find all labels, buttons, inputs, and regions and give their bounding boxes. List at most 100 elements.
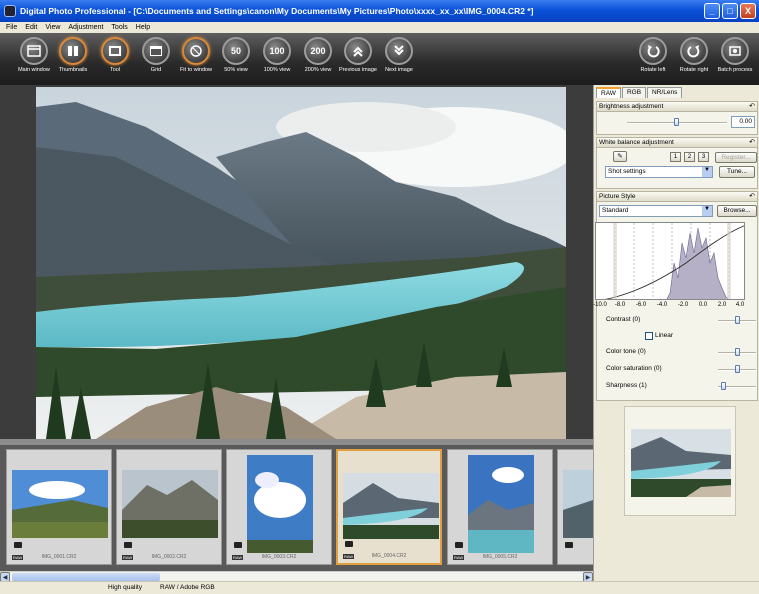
chevron-down-icon[interactable]: ▼	[702, 206, 712, 216]
menu-file[interactable]: File	[2, 24, 21, 31]
thumbnail-item-partial[interactable]	[557, 449, 593, 565]
menu-help[interactable]: Help	[132, 24, 154, 31]
brightness-section: Brightness adjustment ↶ 0.00	[596, 101, 758, 135]
axis-tick: -6.0	[635, 302, 647, 308]
brightness-header: Brightness adjustment ↶	[597, 102, 757, 112]
tool-button[interactable]: Tool	[93, 37, 137, 73]
thumbnails-button[interactable]: Thumbnails	[51, 37, 95, 73]
view-50-button[interactable]: 50 50% view	[214, 37, 258, 73]
rotate-left-icon	[639, 37, 667, 65]
reset-icon[interactable]: ↶	[749, 102, 755, 112]
window-controls: _ □ X	[704, 3, 756, 19]
panel-tabs: RAW RGB NR/Lens	[596, 87, 683, 98]
main-window: Digital Photo Professional - [C:\Documen…	[0, 0, 759, 594]
tune-button[interactable]: Tune...	[719, 166, 755, 178]
sharpness-label: Sharpness (1)	[606, 382, 647, 389]
thumbnail-image	[12, 470, 108, 538]
next-image-label: Next image	[385, 67, 413, 73]
tool-label: Tool	[109, 67, 121, 73]
color-tone-slider-knob[interactable]	[735, 348, 740, 356]
thumbnail-item-selected[interactable]: RAW IMG_0004.CR2	[336, 449, 442, 565]
maximize-button[interactable]: □	[722, 3, 738, 19]
fit-to-window-label: Fit to window	[179, 67, 213, 73]
white-balance-select-value: Shot settings	[608, 168, 646, 175]
window-title: Digital Photo Professional - [C:\Documen…	[20, 6, 534, 16]
view-200-label: 200% view	[304, 67, 332, 73]
thumbnail-filename: IMG_0002.CR2	[151, 554, 187, 560]
reset-icon[interactable]: ↶	[749, 192, 755, 202]
thumbnail-scrollbar[interactable]: ◀ ▶	[0, 571, 593, 582]
menu-tools[interactable]: Tools	[107, 24, 131, 31]
thumbnail-filename: IMG_0005.CR2	[482, 554, 518, 560]
thumbnail-item[interactable]: RAW IMG_0003.CR2	[226, 449, 332, 565]
main-window-label: Main window	[18, 67, 50, 73]
tool-palette-icon	[101, 37, 129, 65]
previous-image-button[interactable]: Previous image	[336, 37, 380, 73]
contrast-label: Contrast (0)	[606, 316, 641, 323]
close-button[interactable]: X	[740, 3, 756, 19]
rotate-right-label: Rotate right	[679, 67, 709, 73]
eyedropper-icon[interactable]: ✎	[613, 151, 627, 162]
linear-checkbox[interactable]	[645, 332, 653, 340]
menu-edit[interactable]: Edit	[21, 24, 41, 31]
picture-style-header: Picture Style ↶	[597, 192, 757, 202]
thumbnail-image	[122, 470, 218, 538]
axis-tick: 0.0	[698, 302, 708, 308]
menu-view[interactable]: View	[41, 24, 64, 31]
zoom-100-icon: 100	[263, 37, 291, 65]
wb-preset-2[interactable]: 2	[684, 152, 695, 162]
menu-adjustment[interactable]: Adjustment	[64, 24, 107, 31]
rotate-right-button[interactable]: Rotate right	[672, 37, 716, 73]
axis-tick: -8.0	[614, 302, 626, 308]
batch-process-button[interactable]: Batch process	[713, 37, 757, 73]
linear-label: Linear	[655, 332, 674, 339]
thumbnail-filename: IMG_0004.CR2	[371, 553, 407, 559]
thumbnail-item[interactable]: RAW IMG_0002.CR2	[116, 449, 222, 565]
tab-rgb[interactable]: RGB	[621, 87, 647, 98]
view-100-button[interactable]: 100 100% view	[255, 37, 299, 73]
wb-preset-3[interactable]: 3	[698, 152, 709, 162]
scroll-thumb[interactable]	[12, 573, 160, 581]
app-icon	[4, 5, 16, 17]
main-window-button[interactable]: Main window	[12, 37, 56, 73]
strip-divider[interactable]	[0, 439, 593, 445]
white-balance-header: White balance adjustment ↶	[597, 138, 757, 148]
previous-image-icon	[344, 37, 372, 65]
browse-button[interactable]: Browse...	[717, 205, 757, 217]
minimize-button[interactable]: _	[704, 3, 720, 19]
next-image-icon	[385, 37, 413, 65]
histogram[interactable]	[595, 222, 745, 300]
camera-icon	[455, 542, 463, 548]
view-50-label: 50% view	[224, 67, 248, 73]
tab-nr-lens[interactable]: NR/Lens	[647, 87, 683, 98]
picture-style-select[interactable]: Standard ▼	[599, 205, 713, 217]
thumbnail-item[interactable]: RAW IMG_0005.CR2	[447, 449, 553, 565]
next-image-button[interactable]: Next image	[377, 37, 421, 73]
toolbar: Main window Thumbnails Tool Grid Fit to …	[0, 33, 759, 85]
status-format: RAW / Adobe RGB	[160, 584, 215, 591]
color-saturation-slider-knob[interactable]	[735, 365, 740, 373]
camera-icon	[565, 542, 573, 548]
tab-raw[interactable]: RAW	[596, 87, 621, 98]
sharpness-slider-knob[interactable]	[721, 382, 726, 390]
main-window-icon	[20, 37, 48, 65]
chevron-down-icon[interactable]: ▼	[702, 167, 712, 177]
rotate-left-label: Rotate left	[640, 67, 666, 73]
thumbnail-item[interactable]: RAW IMG_0001.CR2	[6, 449, 112, 565]
reset-icon[interactable]: ↶	[749, 138, 755, 148]
navigator-preview[interactable]	[624, 406, 736, 516]
image-viewer[interactable]	[0, 85, 593, 439]
grid-button[interactable]: Grid	[134, 37, 178, 73]
camera-icon	[345, 541, 353, 547]
status-bar: High quality RAW / Adobe RGB	[0, 581, 759, 594]
contrast-slider-knob[interactable]	[735, 316, 740, 324]
brightness-value[interactable]: 0.00	[731, 116, 755, 128]
view-200-button[interactable]: 200 200% view	[296, 37, 340, 73]
brightness-slider-knob[interactable]	[674, 118, 679, 126]
white-balance-select[interactable]: Shot settings ▼	[605, 166, 713, 178]
register-button[interactable]: Register...	[715, 152, 757, 163]
fit-to-window-button[interactable]: Fit to window	[174, 37, 218, 73]
wb-preset-1[interactable]: 1	[670, 152, 681, 162]
title-bar: Digital Photo Professional - [C:\Documen…	[0, 0, 759, 22]
rotate-left-button[interactable]: Rotate left	[631, 37, 675, 73]
